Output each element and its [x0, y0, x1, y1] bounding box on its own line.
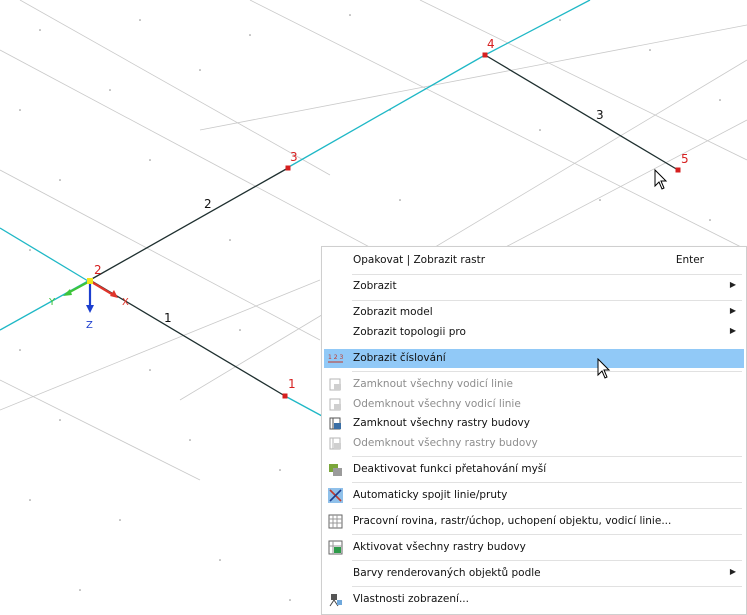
menu-item-render-colors[interactable]: Barvy renderovaných objektů podle ▶	[324, 564, 744, 583]
menu-item-repeat[interactable]: Opakovat | Zobrazit rastr Enter	[324, 251, 744, 270]
node-label-5: 5	[681, 152, 689, 166]
menu-item-show-numbering[interactable]: 1 2 3 Zobrazit číslování	[324, 349, 744, 368]
menu-item-label: Odemknout všechny vodicí linie	[353, 398, 521, 410]
activate-grid-icon	[328, 540, 343, 555]
menu-item-label: Automaticky spojit linie/pruty	[353, 489, 508, 501]
menu-separator	[352, 560, 742, 561]
node-label-2: 2	[94, 263, 102, 277]
member-label-1: 1	[164, 311, 172, 325]
menu-separator	[352, 274, 742, 275]
unlock-grid-icon	[329, 437, 341, 450]
menu-item-label: Zobrazit topologii pro	[353, 326, 466, 338]
menu-separator	[352, 456, 742, 457]
context-menu: Opakovat | Zobrazit rastr Enter Zobrazit…	[321, 246, 747, 615]
connect-icon	[328, 488, 343, 503]
menu-separator	[352, 371, 742, 372]
menu-item-show-model[interactable]: Zobrazit model ▶	[324, 303, 744, 322]
x-axis-label: X	[122, 297, 129, 308]
menu-item-label: Aktivovat všechny rastry budovy	[353, 541, 526, 553]
node-label-4: 4	[487, 37, 495, 51]
member-label-2: 2	[204, 197, 212, 211]
menu-item-label: Zobrazit	[353, 280, 397, 292]
z-axis-label: Z	[86, 320, 93, 331]
menu-item-show-topology[interactable]: Zobrazit topologii pro ▶	[324, 323, 744, 342]
menu-separator	[352, 534, 742, 535]
menu-item-label: Zamknout všechny rastry budovy	[353, 417, 530, 429]
unlock-guide-icon	[329, 398, 341, 411]
menu-item-label: Zamknout všechny vodicí linie	[353, 378, 514, 390]
menu-item-label: Pracovní rovina, rastr/úchop, uchopení o…	[353, 515, 672, 527]
menu-item-label: Barvy renderovaných objektů podle	[353, 567, 541, 579]
grid-settings-icon	[328, 514, 343, 529]
lock-guide-icon	[329, 378, 341, 391]
menu-item-label: Opakovat | Zobrazit rastr	[353, 254, 486, 266]
menu-item-label: Odemknout všechny rastry budovy	[353, 437, 538, 449]
menu-item-disable-drag[interactable]: Deaktivovat funkci přetahování myší	[324, 460, 744, 479]
menu-separator	[352, 508, 742, 509]
numbering-icon: 1 2 3	[328, 354, 343, 363]
node-4[interactable]	[482, 52, 488, 58]
menu-item-unlock-grids[interactable]: Odemknout všechny rastry budovy	[324, 434, 744, 453]
menu-item-label: Vlastnosti zobrazení...	[353, 593, 469, 605]
node-5[interactable]	[675, 167, 681, 173]
submenu-arrow-icon: ▶	[729, 326, 736, 335]
submenu-arrow-icon: ▶	[729, 306, 736, 315]
menu-item-unlock-guides[interactable]: Odemknout všechny vodicí linie	[324, 395, 744, 414]
node-label-1: 1	[288, 377, 296, 391]
y-axis-label: Y	[48, 297, 56, 308]
svg-text:1 2 3: 1 2 3	[328, 354, 343, 361]
member-label-3: 3	[596, 108, 604, 122]
lock-grid-icon	[329, 417, 341, 430]
node-3[interactable]	[285, 165, 291, 171]
menu-item-label: Zobrazit číslování	[353, 352, 446, 364]
menu-item-lock-guides[interactable]: Zamknout všechny vodicí linie	[324, 375, 744, 394]
submenu-arrow-icon: ▶	[729, 567, 736, 576]
menu-separator	[352, 482, 742, 483]
display-props-icon	[329, 594, 342, 607]
menu-item-workplane[interactable]: Pracovní rovina, rastr/úchop, uchopení o…	[324, 512, 744, 531]
node-1[interactable]	[282, 393, 288, 399]
menu-separator	[352, 300, 742, 301]
menu-item-label: Zobrazit model	[353, 306, 433, 318]
menu-item-lock-grids[interactable]: Zamknout všechny rastry budovy	[324, 414, 744, 433]
menu-separator	[352, 586, 742, 587]
menu-item-auto-connect[interactable]: Automaticky spojit linie/pruty	[324, 486, 744, 505]
origin-node[interactable]	[87, 278, 93, 284]
node-label-3: 3	[290, 150, 298, 164]
submenu-arrow-icon: ▶	[729, 280, 736, 289]
menu-item-show[interactable]: Zobrazit ▶	[324, 277, 744, 296]
menu-item-shortcut: Enter	[675, 254, 704, 266]
menu-item-label: Deaktivovat funkci přetahování myší	[353, 463, 547, 475]
mouse-pointer-icon	[597, 358, 611, 379]
menu-item-display-properties[interactable]: Vlastnosti zobrazení...	[324, 590, 744, 609]
menu-item-activate-grids[interactable]: Aktivovat všechny rastry budovy	[324, 538, 744, 557]
drag-icon	[329, 464, 342, 476]
